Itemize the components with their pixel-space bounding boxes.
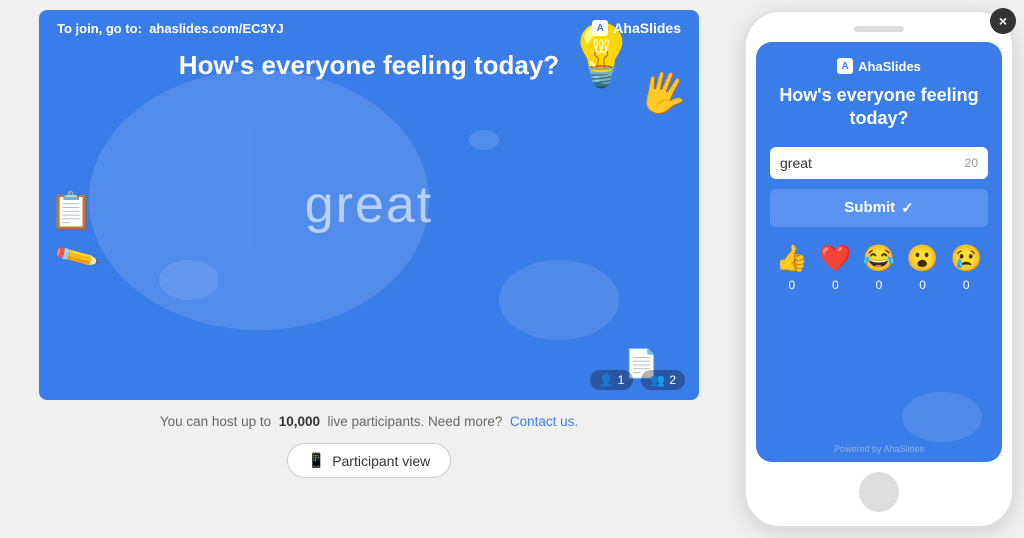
phone-frame: A AhaSlides How's everyone feeling today… (744, 10, 1014, 528)
reaction-item[interactable]: 👍0 (776, 243, 808, 292)
phone-submit-button[interactable]: Submit ✓ (770, 189, 988, 227)
reaction-item[interactable]: 😂0 (863, 243, 895, 292)
person-icon: 👤 (599, 373, 614, 387)
left-panel: 💡 🖐️ 📋 ✏️ 📄 To join, go to: ahaslides.co… (10, 10, 728, 478)
reaction-item[interactable]: ❤️ 0 (819, 243, 851, 292)
phone-input-count: 20 (965, 156, 978, 170)
slide-footer: 👤 1 👥 2 (590, 370, 685, 390)
main-container: 💡 🖐️ 📋 ✏️ 📄 To join, go to: ahaslides.co… (10, 10, 1014, 528)
badge-count-1: 1 (618, 373, 625, 387)
reaction-count: 0 (876, 278, 883, 292)
close-button[interactable]: × (990, 8, 1016, 34)
mobile-mockup: × A AhaSlides How's everyone feeling tod… (744, 10, 1014, 528)
participant-view-label: Participant view (332, 453, 430, 469)
brand-icon: A (592, 20, 608, 36)
reaction-item[interactable]: 😢0 (950, 243, 982, 292)
reaction-item[interactable]: 😮0 (906, 243, 938, 292)
slide-answer: great (305, 175, 434, 235)
phone-speaker (854, 26, 904, 32)
people-icon: 👥 (650, 373, 665, 387)
phone-screen: A AhaSlides How's everyone feeling today… (756, 42, 1002, 462)
brand-text: AhaSlides (613, 20, 681, 36)
phone-input-row: great 20 (770, 147, 988, 179)
phone-submit-label: Submit (844, 199, 895, 216)
phone-icon: 📱 (308, 452, 325, 469)
participant-badge-2: 👥 2 (641, 370, 685, 390)
slide: 💡 🖐️ 📋 ✏️ 📄 To join, go to: ahaslides.co… (39, 10, 699, 400)
slide-header: To join, go to: ahaslides.com/EC3YJ A Ah… (39, 10, 699, 46)
bg-blob-2 (499, 260, 619, 340)
bg-blob-4 (469, 130, 499, 150)
pencil-icon: ✏️ (53, 233, 103, 282)
phone-question: How's everyone feeling today? (770, 84, 988, 131)
bg-blob-3 (159, 260, 219, 300)
phone-brand-icon: A (837, 58, 853, 74)
slide-question: How's everyone feeling today? (39, 50, 699, 81)
phone-home-button[interactable] (859, 472, 899, 512)
join-prefix: To join, go to: (57, 21, 142, 36)
participant-badge-1: 👤 1 (590, 370, 634, 390)
host-text-prefix: You can host up to (160, 414, 271, 429)
reaction-emoji: ❤️ (819, 243, 851, 274)
phone-brand-text: AhaSlides (858, 59, 921, 74)
below-slide-info: You can host up to 10,000 live participa… (160, 414, 578, 429)
join-url: ahaslides.com/EC3YJ (149, 21, 283, 36)
reaction-count: 0 (963, 278, 970, 292)
phone-submit-check: ✓ (901, 199, 914, 217)
phone-screen-inner: A AhaSlides How's everyone feeling today… (756, 42, 1002, 316)
reaction-emoji: 😮 (906, 243, 938, 274)
reaction-count: 0 (919, 278, 926, 292)
slide-brand: A AhaSlides (592, 20, 681, 36)
notes-icon: 📋 (49, 190, 94, 232)
host-limit: 10,000 (279, 414, 320, 429)
reaction-count: 0 (788, 278, 795, 292)
host-text-suffix: live participants. Need more? (328, 414, 503, 429)
participant-view-button[interactable]: 📱 Participant view (287, 443, 451, 478)
phone-reactions: 👍0❤️0😂0😮0😢0 (770, 243, 988, 292)
phone-input-value[interactable]: great (780, 155, 812, 171)
reaction-emoji: 👍 (776, 243, 808, 274)
reaction-emoji: 😢 (950, 243, 982, 274)
phone-powered-by: Powered by AhaSlides (756, 444, 1002, 454)
badge-count-2: 2 (669, 373, 676, 387)
phone-blob (902, 392, 982, 442)
join-text: To join, go to: ahaslides.com/EC3YJ (57, 21, 284, 36)
reaction-emoji: 😂 (863, 243, 895, 274)
phone-brand: A AhaSlides (770, 58, 988, 74)
reaction-count: 0 (832, 278, 839, 292)
contact-link[interactable]: Contact us. (510, 414, 578, 429)
